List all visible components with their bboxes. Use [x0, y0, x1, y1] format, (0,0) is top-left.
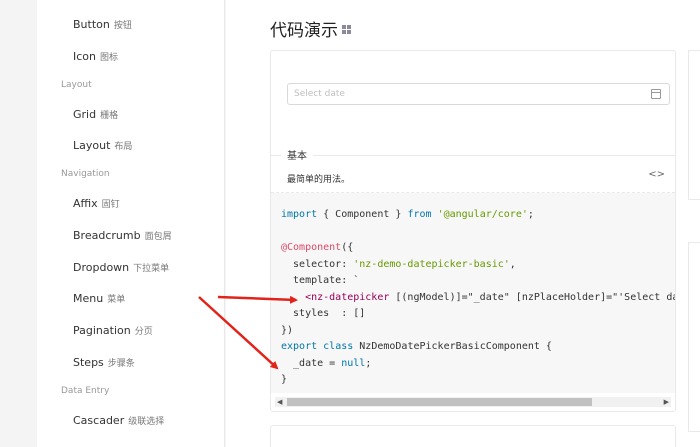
annotation-arrow [217, 295, 298, 304]
annotation-arrow [198, 296, 279, 370]
annotation-arrows [198, 295, 298, 370]
